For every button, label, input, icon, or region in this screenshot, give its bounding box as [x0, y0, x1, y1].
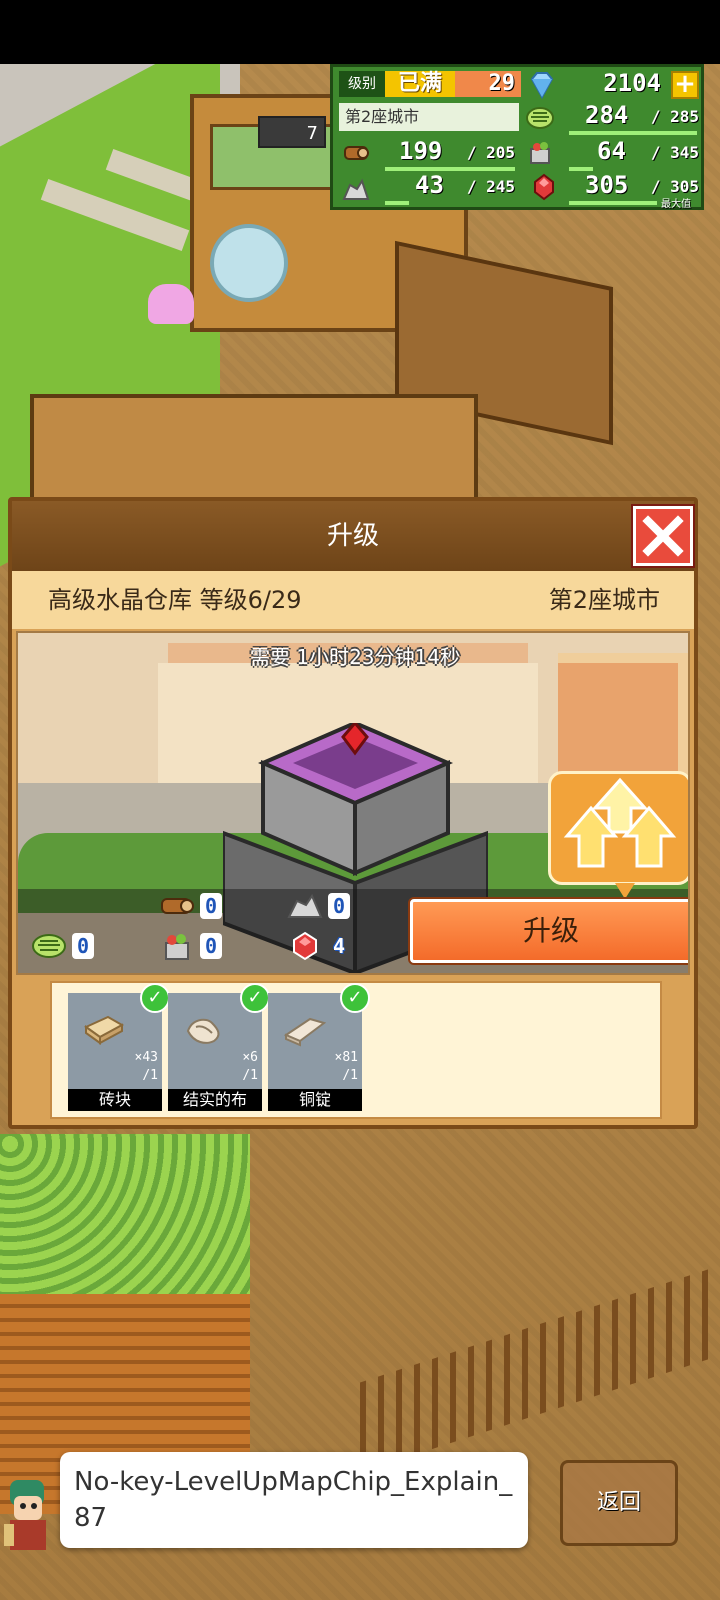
map-sign: 7: [258, 116, 326, 148]
resource-hud: 级别 已满 29 2104 + 第2座城市 284 / 285 199 / 20…: [330, 64, 704, 210]
ore-rock-icon: [342, 178, 370, 200]
food-value: 64: [597, 137, 626, 165]
back-button[interactable]: 返回: [560, 1460, 678, 1546]
red-crystal-icon: [293, 931, 317, 961]
cost-crystal-value: 4: [332, 934, 346, 958]
ore-max: 245: [486, 177, 515, 196]
material-have: ×6: [242, 1050, 258, 1065]
building-preview: 需要 1小时23分钟14秒 升级 0 0 0 0 4: [16, 631, 690, 975]
material-slot[interactable]: ×81 /1 铜锭 ✓: [268, 983, 370, 1111]
advisor-avatar: [4, 1480, 46, 1550]
material-have: ×43: [134, 1050, 158, 1065]
diamond-count: 2104: [603, 69, 661, 97]
cost-wood-value: 0: [200, 893, 222, 919]
food-counter: 64 / 345: [597, 137, 699, 165]
food-basket-icon: [530, 142, 550, 164]
grass-bar: [569, 131, 697, 135]
checkmark-icon: ✓: [340, 983, 370, 1013]
materials-panel: ×43 /1 砖块 ✓ ×6 /1 结实的布 ✓ ×81 /1 铜锭 ✓: [50, 981, 662, 1119]
city-name: 第2座城市: [548, 586, 660, 614]
tooltip-text: No-key-LevelUpMapChip_Explain_87: [74, 1467, 513, 1533]
plus-icon[interactable]: +: [671, 71, 699, 99]
diamond-icon: [530, 72, 554, 99]
ore-bar: [385, 201, 409, 205]
time-required: 需要 1小时23分钟14秒: [250, 645, 460, 669]
level-up-arrow-icon: [563, 777, 677, 868]
material-name: 砖块: [68, 1089, 162, 1111]
material-name: 铜锭: [268, 1089, 362, 1111]
crystal-bar: [569, 201, 657, 205]
red-crystal-icon: [534, 173, 554, 201]
material-slot[interactable]: ×6 /1 结实的布 ✓: [168, 983, 270, 1111]
grass-counter: 284 / 285: [585, 101, 699, 129]
brick-icon: [84, 1015, 125, 1045]
level-value: 29: [488, 71, 516, 96]
food-max: 345: [670, 143, 699, 162]
close-icon: [642, 515, 684, 557]
building-name: 高级水晶仓库 等级6/29: [48, 586, 302, 614]
city-label: 第2座城市: [339, 103, 519, 131]
checkmark-icon: ✓: [140, 983, 170, 1013]
cost-food-value: 0: [200, 933, 222, 959]
material-have: ×81: [334, 1050, 358, 1065]
level-value-box: 29: [455, 71, 521, 97]
material-name: 结实的布: [168, 1089, 262, 1111]
material-need: /1: [342, 1068, 358, 1083]
wood-max: 205: [486, 143, 515, 162]
wood-log-icon: [161, 898, 194, 914]
crystal-max: 305: [670, 177, 699, 196]
wood-value: 199: [399, 137, 443, 165]
cloth-icon: [186, 1018, 220, 1044]
tooltip-bubble: No-key-LevelUpMapChip_Explain_87: [60, 1452, 528, 1548]
dialog-title: 升级: [326, 521, 379, 551]
upgrade-button[interactable]: 升级: [410, 899, 688, 963]
grass-value: 284: [585, 101, 629, 129]
copper-ingot-icon: [283, 1017, 326, 1047]
checkmark-icon: ✓: [240, 983, 270, 1013]
wooden-fence: [360, 1265, 720, 1473]
cost-grass-value: 0: [72, 933, 94, 959]
level-up-arrows-badge: [548, 771, 688, 885]
grass-max: 285: [670, 107, 699, 126]
badge-pointer: [615, 883, 635, 899]
material-slot[interactable]: ×43 /1 砖块 ✓: [68, 983, 170, 1111]
ore-value: 43: [415, 171, 444, 199]
crystal-max-note: 最大值: [661, 199, 691, 210]
crystal-value: 305: [585, 171, 629, 199]
wood-log-icon: [344, 146, 369, 160]
pink-bunny-character[interactable]: [148, 284, 194, 324]
grass-icon: [526, 107, 554, 129]
material-need: /1: [242, 1068, 258, 1083]
material-need: /1: [142, 1068, 158, 1083]
cost-ore-value: 0: [328, 893, 350, 919]
ore-counter: 43 / 245: [415, 171, 515, 199]
fountain[interactable]: [210, 224, 288, 302]
ore-rock-icon: [287, 893, 323, 918]
wood-counter: 199 / 205: [399, 137, 515, 165]
level-max-badge: 已满: [385, 71, 455, 97]
close-button[interactable]: [633, 506, 693, 566]
upgrade-dialog: 升级 高级水晶仓库 等级6/29 第2座城市 需要 1小时23分钟14秒 升级 …: [8, 497, 698, 1129]
grass-icon: [32, 934, 66, 958]
food-basket-icon: [165, 934, 189, 960]
level-label: 级别: [339, 71, 385, 97]
